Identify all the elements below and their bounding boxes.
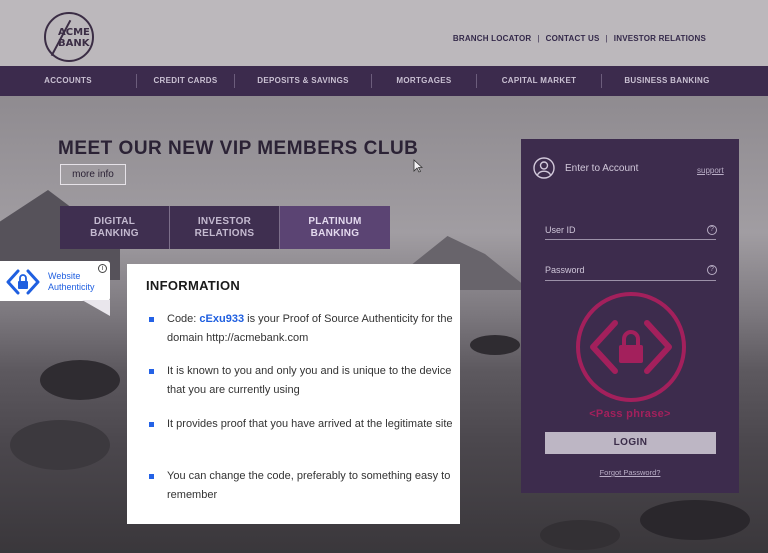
background-rock [40,360,120,400]
info-icon[interactable]: i [98,264,107,273]
password-underline [545,280,716,281]
main-nav: ACCOUNTS CREDIT CARDS DEPOSITS & SAVINGS… [0,66,768,96]
user-id-underline [545,239,716,240]
information-title: INFORMATION [146,278,241,293]
lock-shield-icon [6,269,40,295]
information-panel: INFORMATION Code: cExu933 is your Proof … [127,264,460,524]
list-item-text: You can change the code, preferably to s… [167,470,451,501]
bullet-icon [149,422,154,427]
site-header: ACME BANK BRANCH LOCATOR | CONTACT US | … [0,0,768,66]
more-info-button[interactable]: more info [60,164,126,185]
background-rock [10,420,110,470]
tab-label-line1: DIGITAL [93,215,136,227]
tab-digital-banking[interactable]: DIGITAL BANKING [60,206,170,249]
badge-label-line2: Authenticity [48,282,95,292]
tab-label-line2: RELATIONS [194,227,255,239]
background-rock [640,500,750,540]
badge-label-line1: Website [48,271,81,281]
password-field[interactable]: Password [545,265,585,275]
help-icon[interactable]: ? [707,265,717,275]
nav-deposits-savings[interactable]: DEPOSITS & SAVINGS [235,66,371,96]
tab-label-line1: INVESTOR [197,215,252,227]
help-icon[interactable]: ? [707,225,717,235]
nav-business-banking[interactable]: BUSINESS BANKING [602,66,732,96]
bullet-icon [149,474,154,479]
tab-investor-relations[interactable]: INVESTOR RELATIONS [170,206,280,249]
bullet-icon [149,317,154,322]
list-item-text: It provides proof that you have arrived … [167,418,453,430]
top-link-separator: | [605,34,608,43]
list-item: It is known to you and only you and is u… [149,362,451,402]
top-links: BRANCH LOCATOR | CONTACT US | INVESTOR R… [453,34,706,43]
login-title: Enter to Account [565,163,639,174]
tab-platinum-banking[interactable]: PLATINUM BANKING [280,206,390,249]
nav-credit-cards[interactable]: CREDIT CARDS [137,66,234,96]
code-prefix: Code: [167,313,200,325]
bullet-icon [149,369,154,374]
investor-relations-link[interactable]: INVESTOR RELATIONS [614,34,706,43]
authenticity-code: cExu933 [199,313,245,325]
hero-headline: MEET OUR NEW VIP MEMBERS CLUB [58,138,419,159]
logo-text: ACME BANK [58,27,90,49]
user-icon [533,157,555,179]
passphrase-lock-icon [576,292,686,402]
nav-accounts[interactable]: ACCOUNTS [0,66,136,96]
nav-mortgages[interactable]: MORTGAGES [372,66,476,96]
list-item: It provides proof that you have arrived … [149,415,453,455]
background-rock [470,335,520,355]
list-item: Code: cExu933 is your Proof of Source Au… [149,310,453,350]
nav-capital-market[interactable]: CAPITAL MARKET [477,66,601,96]
branch-locator-link[interactable]: BRANCH LOCATOR [453,34,532,43]
list-item-text: It is known to you and only you and is u… [167,365,452,396]
forgot-password-link[interactable]: Forgot Password? [521,468,739,477]
tab-label-line2: BANKING [90,227,139,239]
background-rock [540,520,620,550]
list-item-text: Code: cExu933 is your Proof of Source Au… [167,310,457,348]
tab-label-line1: PLATINUM [308,215,362,227]
mouse-cursor-icon [413,159,423,173]
login-panel: Enter to Account support User ID ? Passw… [521,139,739,493]
top-link-separator: | [537,34,540,43]
acme-bank-logo[interactable]: ACME BANK [44,12,94,62]
passphrase-label: <Pass phrase> [589,408,671,420]
contact-us-link[interactable]: CONTACT US [546,34,600,43]
login-button[interactable]: LOGIN [545,432,716,454]
support-link[interactable]: support [697,166,724,175]
list-item: You can change the code, preferably to s… [149,467,450,507]
user-id-field[interactable]: User ID [545,225,576,235]
badge-label: Website Authenticity [48,271,95,293]
tab-label-line2: BANKING [310,227,360,239]
hero-tabs: DIGITAL BANKING INVESTOR RELATIONS PLATI… [60,206,390,249]
